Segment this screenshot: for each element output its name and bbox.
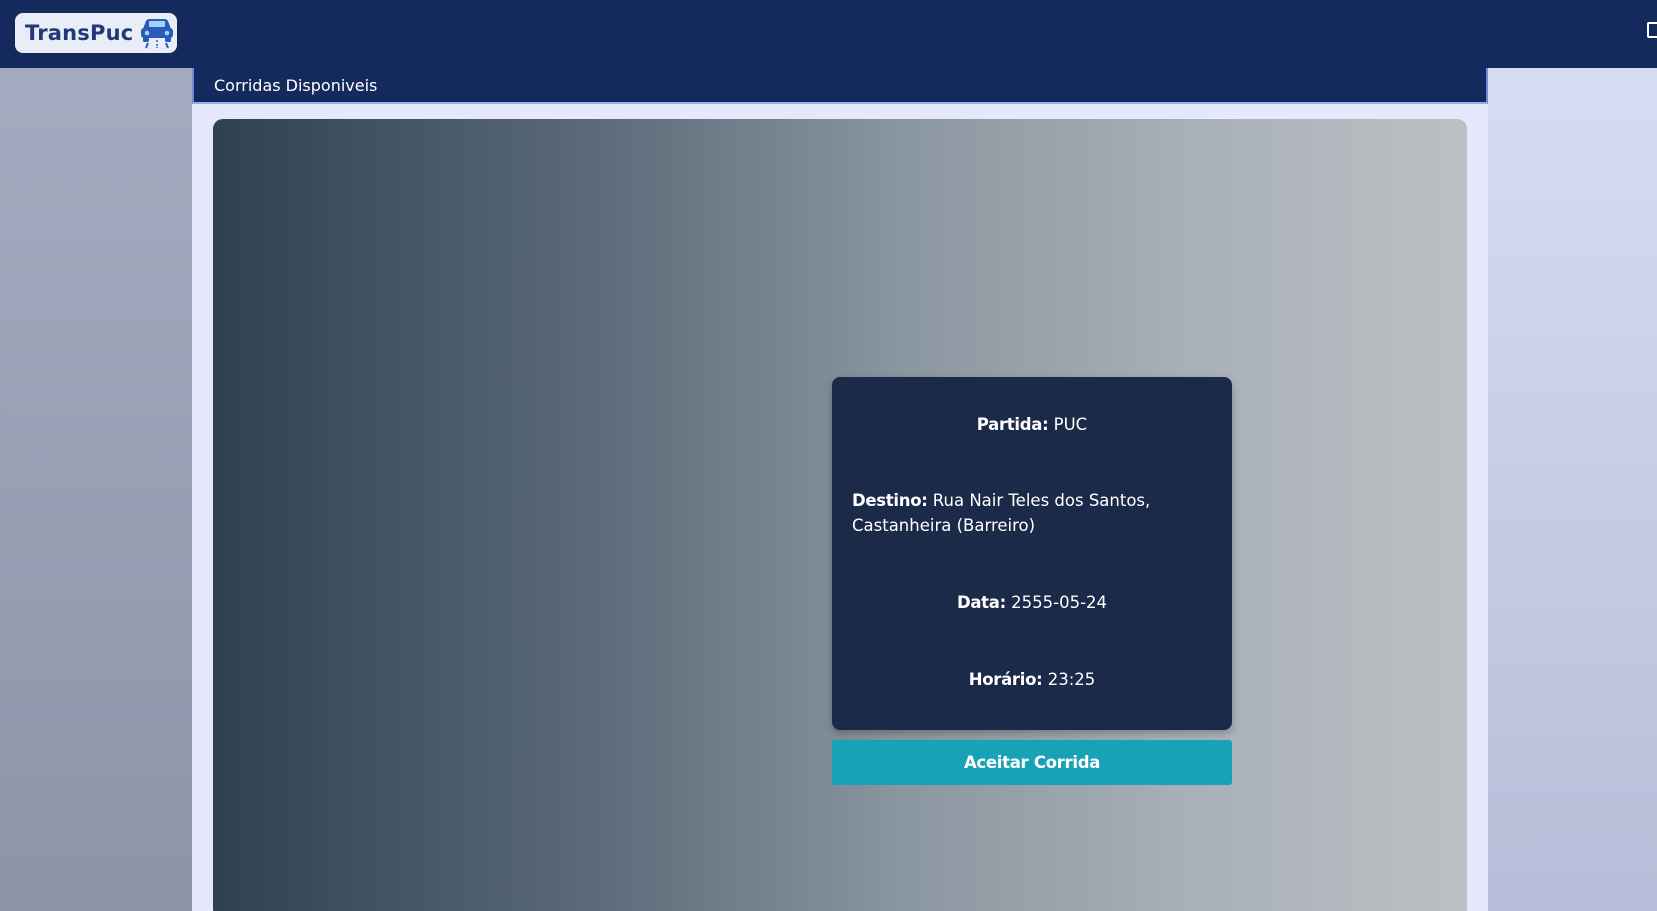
logout-icon[interactable] <box>1647 22 1657 38</box>
ride-data: Data: 2555-05-24 <box>852 590 1212 615</box>
page-header: Corridas Disponiveis <box>192 64 1488 104</box>
background-right <box>1487 0 1657 911</box>
horario-label: Horário: <box>968 670 1043 689</box>
destino-label: Destino: <box>852 491 928 510</box>
main-content: Corridas Disponiveis Partida: PUC Destin… <box>192 0 1488 911</box>
data-value: 2555-05-24 <box>1011 593 1108 612</box>
ride-partida: Partida: PUC <box>852 412 1212 437</box>
top-navbar: TransPuc <box>0 0 1657 68</box>
brand-logo[interactable]: TransPuc <box>15 13 177 53</box>
brand-name: TransPuc <box>25 21 134 45</box>
data-label: Data: <box>956 593 1006 612</box>
ride-card: Partida: PUC Destino: Rua Nair Teles dos… <box>832 377 1232 730</box>
ride-destino: Destino: Rua Nair Teles dos Santos, Cast… <box>852 488 1212 538</box>
car-icon <box>141 19 174 49</box>
ride-horario: Horário: 23:25 <box>852 667 1212 692</box>
horario-value: 23:25 <box>1047 670 1096 689</box>
accept-ride-button[interactable]: Aceitar Corrida <box>832 740 1232 785</box>
partida-label: Partida: <box>976 415 1049 434</box>
partida-value: PUC <box>1053 415 1088 434</box>
page-title: Corridas Disponiveis <box>214 76 378 95</box>
